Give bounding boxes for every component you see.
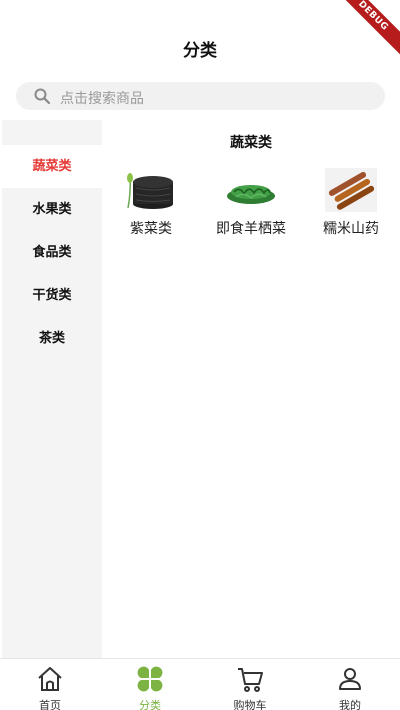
category-sidebar: 蔬菜类 水果类 食品类 干货类 茶类: [2, 120, 102, 658]
sidebar-item-dry-goods[interactable]: 干货类: [2, 274, 102, 317]
product-name: 紫菜类: [130, 221, 172, 237]
product-name: 糯米山药: [323, 221, 379, 237]
tab-label: 我的: [339, 699, 361, 710]
sidebar-item-tea[interactable]: 茶类: [2, 317, 102, 360]
tab-category[interactable]: 分类: [100, 659, 200, 710]
search-icon: [34, 88, 50, 104]
category-icon: [137, 666, 163, 692]
tab-label: 购物车: [233, 699, 267, 710]
bottom-tab-bar: 首页 分类 购物车 我的: [0, 658, 400, 710]
cart-icon: [238, 668, 263, 692]
tab-cart[interactable]: 购物车: [200, 659, 300, 710]
search-bar[interactable]: 点击搜索商品: [16, 82, 385, 110]
product-item[interactable]: 糯米山药: [306, 168, 396, 238]
product-item[interactable]: 紫菜类: [106, 168, 196, 238]
sidebar-item-foods[interactable]: 食品类: [2, 231, 102, 274]
tab-profile[interactable]: 我的: [300, 659, 400, 710]
sidebar-item-vegetables[interactable]: 蔬菜类: [2, 145, 102, 188]
sidebar-item-fruits[interactable]: 水果类: [2, 188, 102, 231]
page-title: 分类: [183, 41, 217, 61]
tab-home[interactable]: 首页: [0, 659, 100, 710]
search-placeholder: 点击搜索商品: [60, 91, 144, 107]
category-content: 蔬菜类 紫菜类 即食羊栖菜 糯米山药: [102, 120, 400, 658]
product-name: 即食羊栖菜: [216, 221, 286, 237]
tab-label: 分类: [139, 699, 161, 710]
app-bar: 分类: [0, 0, 400, 80]
product-image-hijiki: [224, 168, 278, 212]
product-item[interactable]: 即食羊栖菜: [206, 168, 296, 238]
user-icon: [339, 668, 361, 690]
tab-label: 首页: [39, 699, 61, 710]
category-title: 蔬菜类: [230, 135, 272, 151]
home-icon: [38, 667, 62, 691]
product-image-seaweed: [124, 168, 178, 212]
product-image-yam: [324, 168, 378, 212]
